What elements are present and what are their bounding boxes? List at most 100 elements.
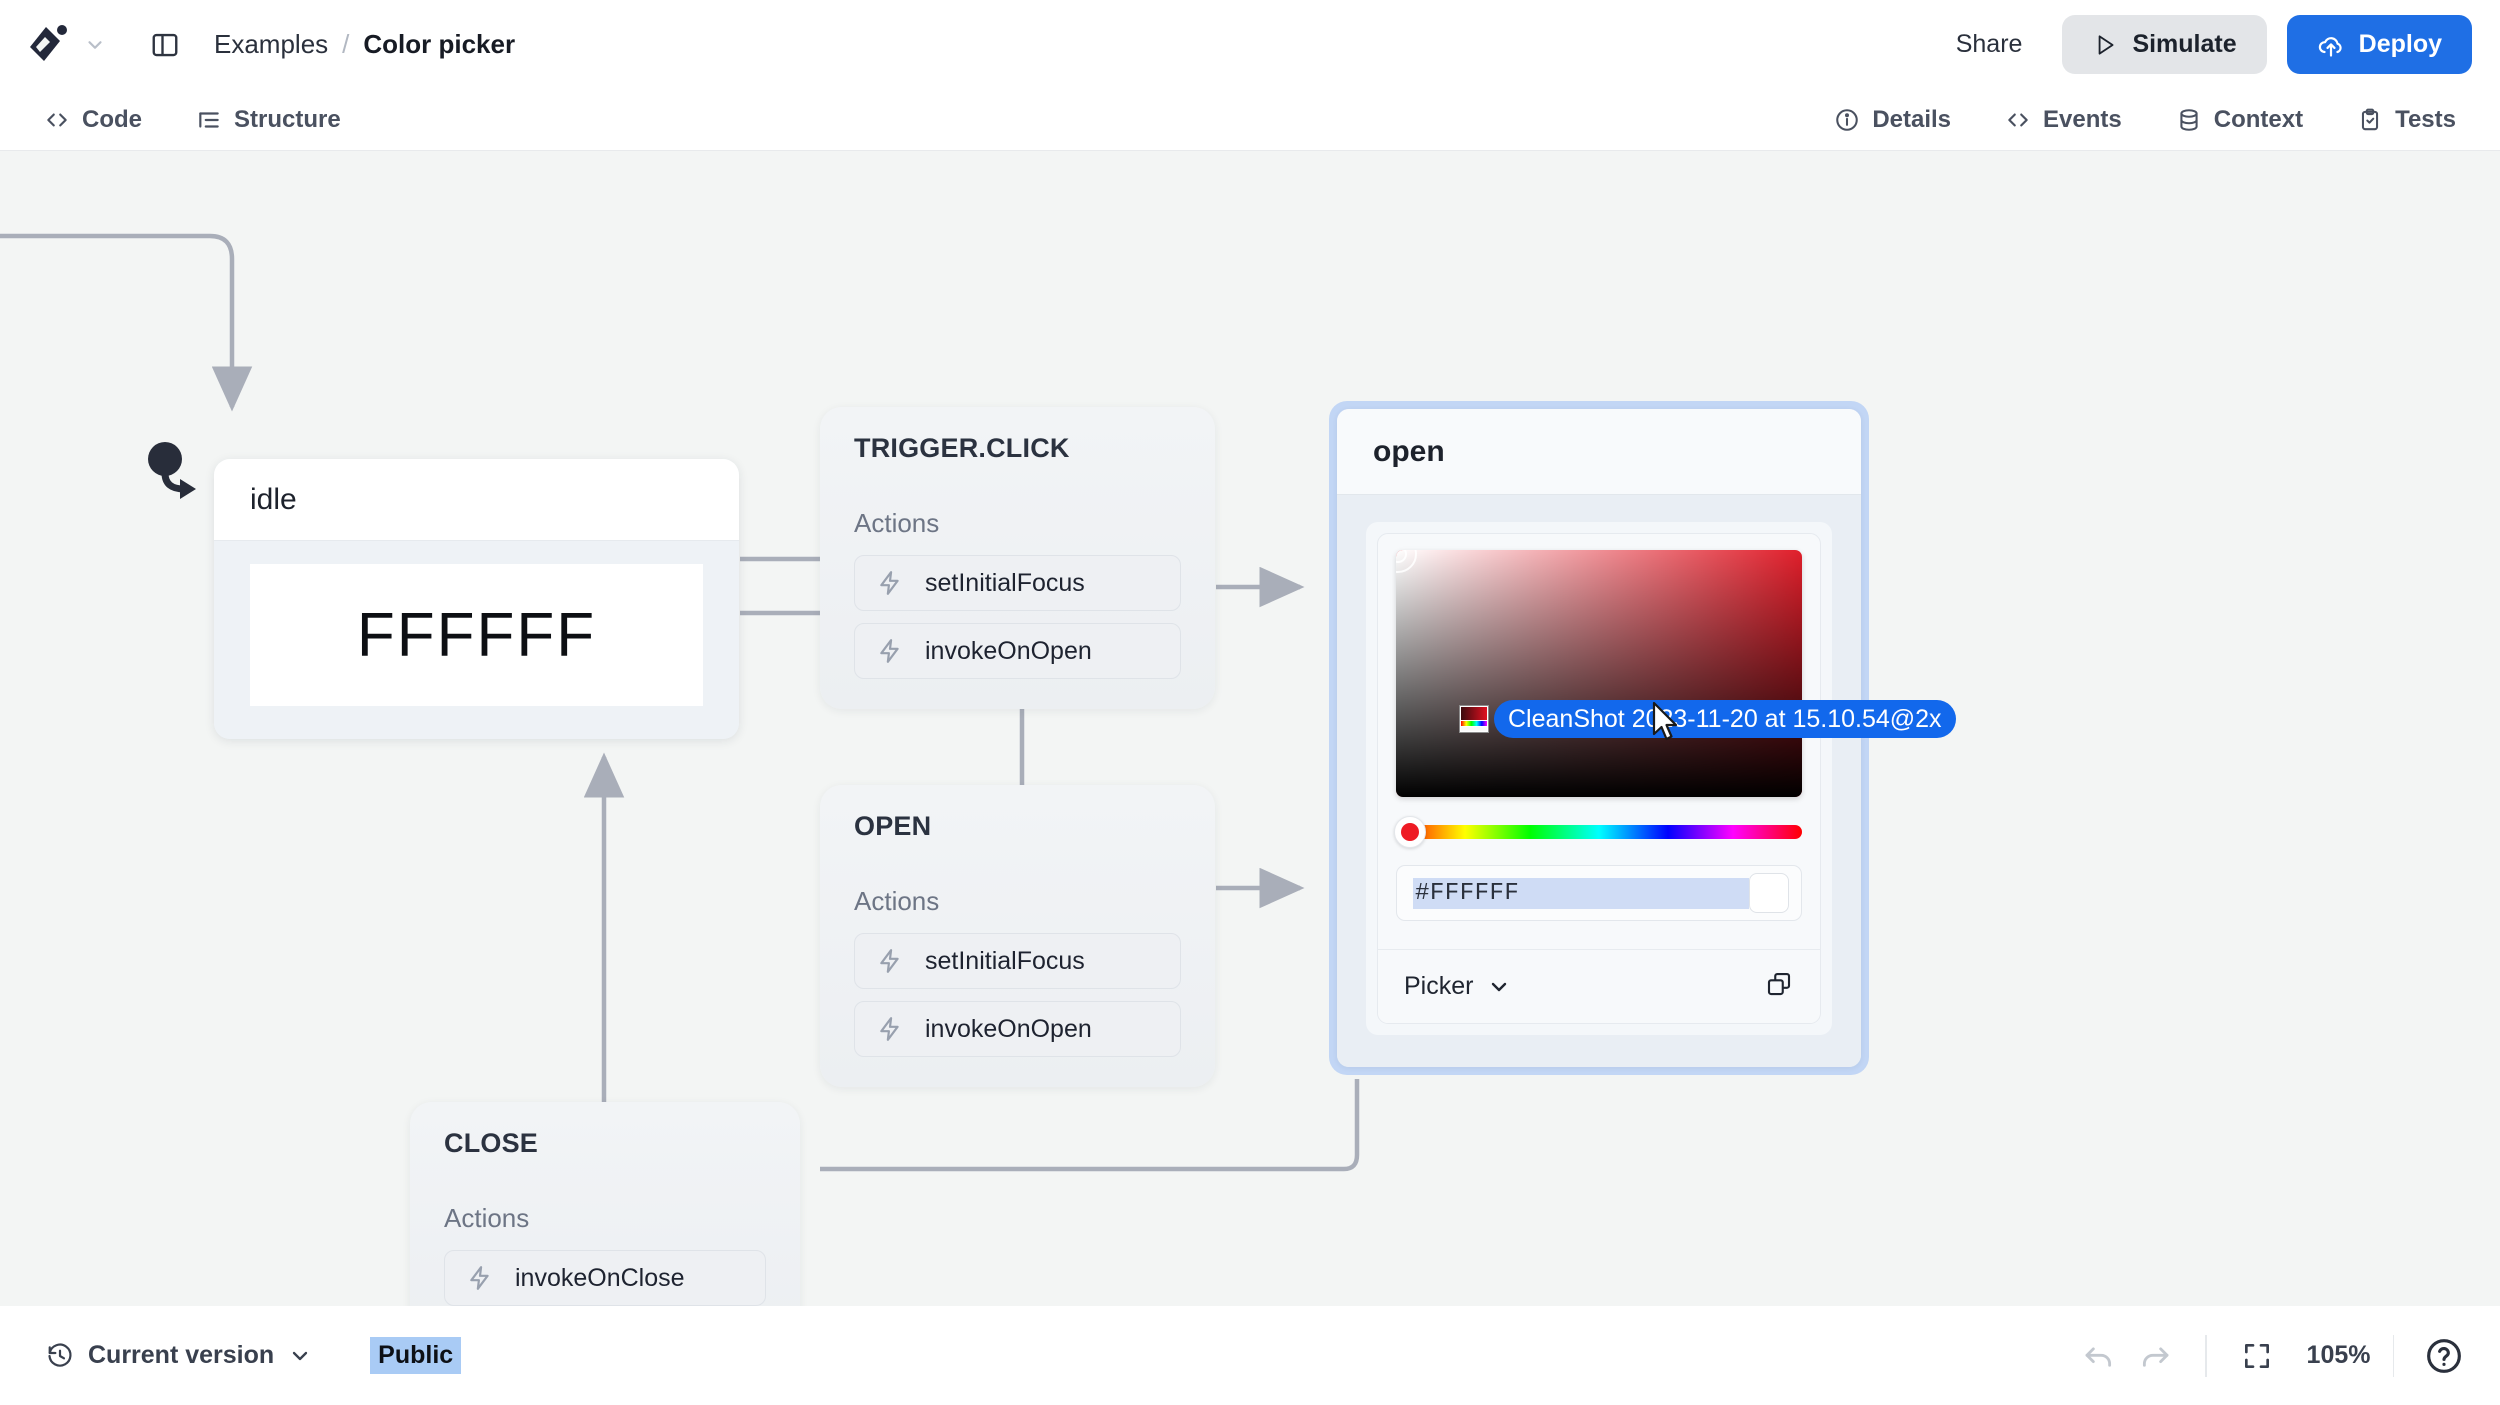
mouse-pointer-icon [1652,701,1678,741]
tab-events-label: Events [2043,105,2122,133]
deploy-button[interactable]: Deploy [2286,15,2472,74]
footer-separator [2392,1334,2394,1377]
sidebar-panel-toggle-button[interactable] [142,22,188,68]
action-chip[interactable]: setInitialFocus [854,933,1181,989]
zoom-controls: 105% [2229,1328,2371,1384]
deploy-label: Deploy [2358,30,2442,58]
action-chip-list: setInitialFocus invokeOnOpen [854,555,1181,679]
transition-actions-label: Actions [854,886,940,916]
info-circle-icon [1836,108,1859,131]
action-chip-list: setInitialFocus invokeOnOpen [854,933,1181,1057]
color-swatch[interactable] [1749,873,1789,913]
transition-actions-label: Actions [854,508,940,538]
app-footer: Current version Public 105% [0,1306,2500,1405]
picker-mode-label: Picker [1404,972,1474,1000]
redo-arrow-icon [2143,1347,2169,1367]
app-logo-diamond [30,24,67,61]
tab-context-label: Context [2213,105,2304,133]
app-window: Examples / Color picker Share Simulate D… [0,0,2500,1405]
breadcrumb-separator: / [342,29,350,59]
hex-input[interactable]: #FFFFFF [1413,877,1749,909]
simulate-label: Simulate [2132,30,2237,58]
version-label: Current version [88,1341,275,1369]
zoom-level-label[interactable]: 105% [2307,1341,2371,1370]
tab-code-label: Code [82,105,142,133]
code-brackets-icon [2008,113,2028,126]
visibility-badge[interactable]: Public [370,1337,462,1374]
tab-events[interactable]: Events [1991,98,2136,142]
action-chip-list: invokeOnClose [444,1250,766,1306]
bolt-icon [880,571,899,595]
state-node-open[interactable]: open #FFFFFF Picker [1329,401,1869,1075]
history-clock-icon [48,1343,72,1367]
share-button[interactable]: Share [1938,18,2041,71]
database-icon [2180,108,2198,131]
bolt-icon [880,639,899,663]
state-node-idle-body: FFFFFF [214,541,739,739]
transition-title: OPEN [854,811,932,841]
transition-actions-label: Actions [444,1203,530,1233]
play-icon [2099,34,2114,55]
cloud-upload-icon [2318,36,2342,57]
copy-color-button[interactable] [1764,969,1794,1004]
state-node-open-inner: open #FFFFFF Picker [1337,409,1861,1067]
action-chip-label: invokeOnOpen [925,1014,1092,1043]
chevron-down-icon [293,1351,308,1360]
statechart-canvas[interactable]: idle FFFFFF TRIGGER.CLICK Actions setIni… [0,151,2500,1306]
redo-button[interactable] [2127,1328,2183,1384]
action-chip-label: setInitialFocus [925,946,1085,975]
tab-tests-label: Tests [2395,105,2456,133]
state-node-open-body: #FFFFFF Picker [1337,495,1861,1067]
code-brackets-icon [47,113,67,126]
tab-details-label: Details [1872,105,1952,133]
idle-hex-preview: FFFFFF [250,564,703,706]
picker-mode-dropdown[interactable]: Picker [1404,972,1511,1001]
image-file-icon-bottom [1461,727,1487,731]
workspace-switcher[interactable] [26,21,106,69]
action-chip[interactable]: invokeOnOpen [854,1001,1181,1057]
hex-input-row[interactable]: #FFFFFF [1396,865,1802,921]
breadcrumb-current[interactable]: Color picker [363,29,515,60]
action-chip-label: setInitialFocus [925,568,1085,597]
help-button[interactable] [2416,1328,2472,1384]
bolt-icon [470,1266,489,1290]
tab-structure-label: Structure [234,105,341,133]
undo-button[interactable] [2071,1328,2127,1384]
tab-details[interactable]: Details [1820,98,1965,142]
saturation-value-area[interactable] [1396,550,1802,797]
tab-structure[interactable]: Structure [182,98,355,142]
sv-black-overlay [1396,550,1802,797]
color-picker-top: #FFFFFF [1378,534,1820,949]
bolt-icon [880,1017,899,1041]
simulate-button[interactable]: Simulate [2062,15,2267,74]
tab-tests[interactable]: Tests [2343,98,2470,142]
transition-node-trigger-click[interactable]: TRIGGER.CLICK Actions setInitialFocus in… [820,407,1215,709]
bolt-icon [880,949,899,973]
version-selector[interactable]: Current version [30,1331,328,1380]
clipboard-check-icon [2362,108,2379,130]
drag-ghost-filename: CleanShot 2023-11-20 at 15.10.54@2x [1494,700,1956,738]
image-file-icon-spectrum [1461,721,1487,726]
breadcrumb-parent[interactable]: Examples [214,29,328,60]
hue-slider[interactable] [1394,816,1802,848]
tab-code[interactable]: Code [30,98,156,142]
action-chip[interactable]: invokeOnOpen [854,623,1181,679]
hue-handle-dot [1401,823,1419,841]
hue-handle[interactable] [1394,816,1426,848]
fit-to-screen-button[interactable] [2229,1328,2285,1384]
transition-node-close[interactable]: CLOSE Actions invokeOnClose [410,1102,800,1306]
tab-context[interactable]: Context [2162,98,2317,142]
chevron-down-icon [88,40,102,49]
undo-arrow-icon [2085,1347,2112,1367]
transition-node-open[interactable]: OPEN Actions setInitialFocus invokeOnOpe… [820,785,1215,1087]
transition-title: TRIGGER.CLICK [854,433,1070,463]
copy-layers-icon [1767,972,1791,996]
color-picker-footer: Picker [1378,949,1820,1023]
action-chip[interactable]: setInitialFocus [854,555,1181,611]
hue-track [1396,825,1802,839]
footer-separator [2205,1334,2207,1377]
color-picker-wrapper: #FFFFFF Picker [1366,522,1832,1035]
app-header: Examples / Color picker Share Simulate D… [0,0,2500,89]
state-node-idle[interactable]: idle FFFFFF [214,459,739,739]
action-chip[interactable]: invokeOnClose [444,1250,766,1306]
